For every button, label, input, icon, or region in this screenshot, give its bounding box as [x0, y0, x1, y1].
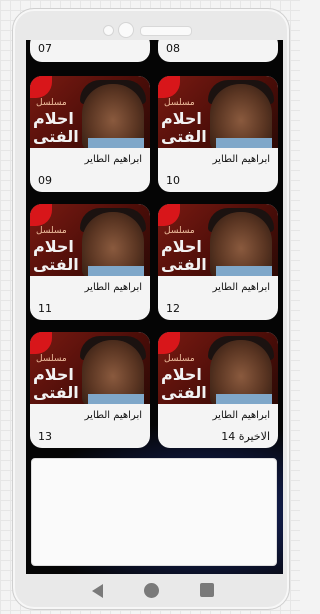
episode-card[interactable]: 08	[158, 40, 278, 62]
back-icon[interactable]	[92, 584, 103, 598]
episode-title: ابراهيم الطاير	[212, 282, 270, 293]
red-corner-icon	[158, 76, 180, 98]
actor-shirt	[216, 266, 272, 276]
episode-thumbnail: مسلسل احلام الفتى	[30, 204, 150, 276]
episode-number: 11	[38, 302, 52, 315]
episode-thumbnail: مسلسل احلام الفتى	[158, 204, 278, 276]
episode-number: 09	[38, 174, 52, 187]
episode-title: ابراهيم الطاير	[212, 154, 270, 165]
thumbnail-title: احلام الفتى	[33, 109, 79, 146]
episode-card[interactable]: مسلسل احلام الفتى ابراهيم الطاير 13	[30, 332, 150, 448]
actor-shirt	[216, 394, 272, 404]
episode-number: 13	[38, 430, 52, 443]
episode-number: 10	[166, 174, 180, 187]
sensor-icon	[103, 25, 114, 36]
episode-card[interactable]: مسلسل احلام الفتى ابراهيم الطاير 12	[158, 204, 278, 320]
camera-icon	[118, 22, 134, 38]
episode-card[interactable]: مسلسل احلام الفتى ابراهيم الطاير 09	[30, 76, 150, 192]
thumbnail-series-label: مسلسل	[164, 354, 195, 364]
episode-title: ابراهيم الطاير	[84, 282, 142, 293]
episode-thumbnail: مسلسل احلام الفتى	[158, 76, 278, 148]
episode-thumbnail: مسلسل احلام الفتى	[30, 76, 150, 148]
episode-thumbnail: مسلسل احلام الفتى	[158, 332, 278, 404]
recent-apps-icon[interactable]	[200, 583, 214, 597]
episode-number: الاخيرة 14	[221, 430, 270, 443]
app-screen[interactable]: 07 08 مسلسل احلام الفتى ابراهيم الطاير 09…	[26, 40, 283, 574]
episode-title: ابراهيم الطاير	[84, 410, 142, 421]
actor-shirt	[88, 138, 144, 148]
android-nav-bar	[12, 578, 288, 606]
episode-card[interactable]: مسلسل احلام الفتى ابراهيم الطاير 11	[30, 204, 150, 320]
actor-shirt	[88, 266, 144, 276]
red-corner-icon	[30, 76, 52, 98]
episode-card[interactable]: مسلسل احلام الفتى ابراهيم الطاير الاخيرة …	[158, 332, 278, 448]
red-corner-icon	[158, 332, 180, 354]
red-corner-icon	[30, 204, 52, 226]
episode-card[interactable]: مسلسل احلام الفتى ابراهيم الطاير 10	[158, 76, 278, 192]
home-icon[interactable]	[144, 583, 159, 598]
thumbnail-series-label: مسلسل	[36, 226, 67, 236]
episode-number: 08	[166, 42, 180, 55]
thumbnail-title: احلام الفتى	[161, 237, 207, 274]
episode-number: 07	[38, 42, 52, 55]
thumbnail-series-label: مسلسل	[36, 98, 67, 108]
red-corner-icon	[30, 332, 52, 354]
actor-shirt	[88, 394, 144, 404]
thumbnail-title: احلام الفتى	[33, 365, 79, 402]
thumbnail-series-label: مسلسل	[164, 98, 195, 108]
episode-thumbnail: مسلسل احلام الفتى	[30, 332, 150, 404]
episode-title: ابراهيم الطاير	[212, 410, 270, 421]
episode-number: 12	[166, 302, 180, 315]
thumbnail-series-label: مسلسل	[164, 226, 195, 236]
thumbnail-series-label: مسلسل	[36, 354, 67, 364]
episode-title: ابراهيم الطاير	[84, 154, 142, 165]
thumbnail-title: احلام الفتى	[161, 109, 207, 146]
thumbnail-title: احلام الفتى	[161, 365, 207, 402]
ad-banner-placeholder[interactable]	[31, 458, 277, 566]
thumbnail-title: احلام الفتى	[33, 237, 79, 274]
speaker-icon	[140, 26, 192, 36]
actor-shirt	[216, 138, 272, 148]
episode-card[interactable]: 07	[30, 40, 150, 62]
red-corner-icon	[158, 204, 180, 226]
